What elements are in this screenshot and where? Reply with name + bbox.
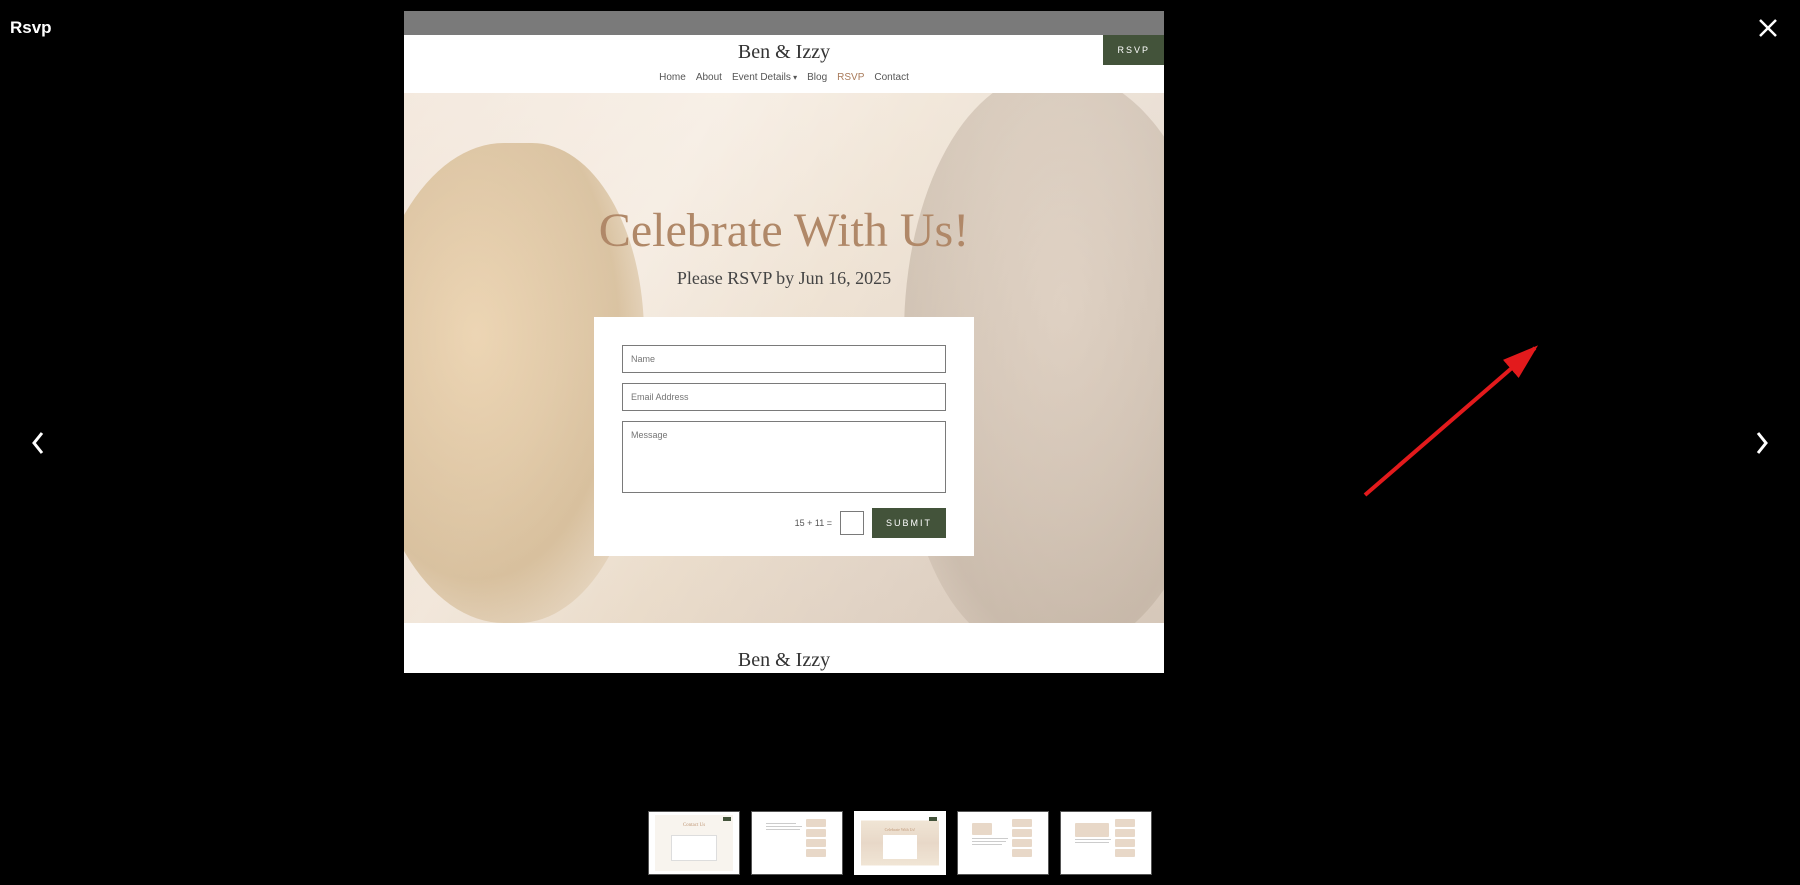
main-preview-image: RSVP Ben & Izzy Home About Event Details… (404, 11, 1164, 673)
chevron-left-icon (31, 431, 45, 455)
name-input[interactable] (622, 345, 946, 373)
thumbnail-1[interactable]: Contact Us (648, 811, 740, 875)
nav-item-event-details[interactable]: Event Details (732, 72, 797, 83)
hero-section: Celebrate With Us! Please RSVP by Jun 16… (404, 93, 1164, 623)
hero-title: Celebrate With Us! (599, 203, 969, 258)
captcha-label: 15 + 11 = (795, 518, 832, 528)
thumbnail-strip: Contact Us Celebrate With Us! (648, 811, 1152, 875)
footer-section: Ben & Izzy Home About Event Details Blog… (404, 623, 1164, 673)
nav-bar: Home About Event Details Blog RSVP Conta… (404, 72, 1164, 93)
email-input[interactable] (622, 383, 946, 411)
annotation-arrow (1355, 330, 1555, 505)
site-title: Ben & Izzy (404, 41, 1164, 64)
page-header-bar (404, 11, 1164, 35)
thumbnail-2[interactable] (751, 811, 843, 875)
rsvp-form: 15 + 11 = SUBMIT (594, 317, 974, 556)
captcha-input[interactable] (840, 511, 864, 535)
form-bottom-row: 15 + 11 = SUBMIT (622, 508, 946, 538)
nav-item-blog[interactable]: Blog (807, 72, 827, 83)
lightbox-title: Rsvp (10, 18, 52, 38)
hero-subtitle: Please RSVP by Jun 16, 2025 (677, 268, 891, 289)
nav-item-about[interactable]: About (696, 72, 722, 83)
nav-item-rsvp[interactable]: RSVP (837, 72, 864, 83)
thumbnail-3[interactable]: Celebrate With Us! (854, 811, 946, 875)
thumbnail-5[interactable] (1060, 811, 1152, 875)
nav-item-home[interactable]: Home (659, 72, 686, 83)
nav-item-contact[interactable]: Contact (874, 72, 908, 83)
prev-button[interactable] (18, 423, 58, 463)
submit-button[interactable]: SUBMIT (872, 508, 946, 538)
chevron-right-icon (1755, 431, 1769, 455)
footer-site-title: Ben & Izzy (404, 649, 1164, 672)
rsvp-header-button[interactable]: RSVP (1103, 35, 1164, 65)
close-button[interactable] (1752, 12, 1784, 44)
message-textarea[interactable] (622, 421, 946, 493)
close-icon (1756, 16, 1780, 40)
next-button[interactable] (1742, 423, 1782, 463)
thumbnail-4[interactable] (957, 811, 1049, 875)
